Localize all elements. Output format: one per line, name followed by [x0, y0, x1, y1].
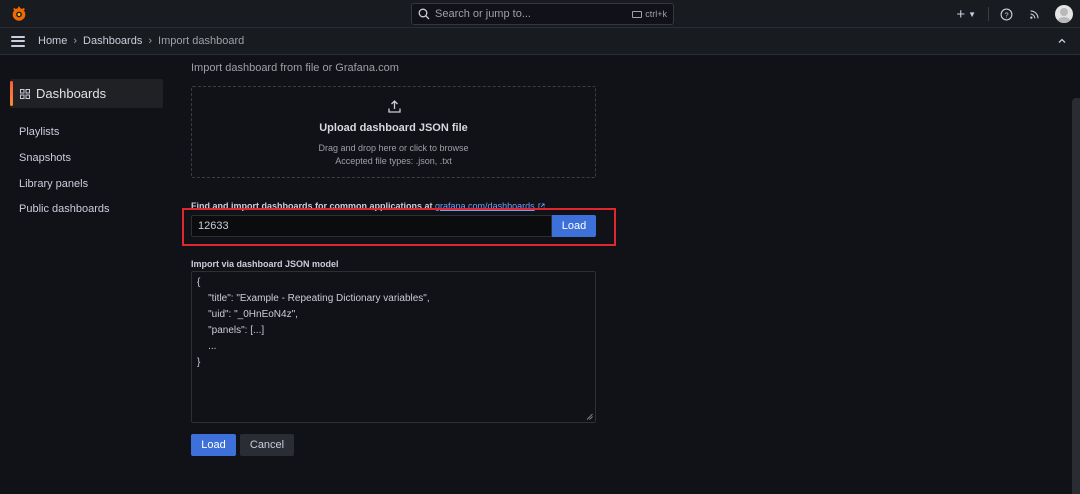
upload-dropzone[interactable]: Upload dashboard JSON file Drag and drop… [191, 86, 596, 178]
upload-icon [388, 100, 401, 113]
json-line: ... [197, 341, 217, 352]
upload-title: Upload dashboard JSON file [319, 122, 468, 134]
chevron-down-icon: ▼ [968, 9, 976, 19]
plus-icon: + [956, 5, 966, 23]
search-input[interactable]: Search or jump to... ctrl+k [411, 3, 674, 25]
resize-grip-icon[interactable] [586, 413, 593, 420]
sidebar-item-snapshots[interactable]: Snapshots [19, 152, 71, 164]
section-title: Import dashboard from file or Grafana.co… [191, 62, 399, 74]
rss-news-icon[interactable] [1027, 7, 1041, 21]
apps-grid-icon [20, 88, 30, 99]
search-placeholder: Search or jump to... [435, 8, 531, 20]
json-line: "panels": [...] [197, 325, 265, 336]
keyboard-icon [632, 10, 643, 18]
divider [988, 7, 989, 21]
cancel-button[interactable]: Cancel [240, 434, 294, 456]
breadcrumb-home[interactable]: Home [38, 35, 67, 47]
load-id-button[interactable]: Load [552, 215, 596, 237]
topbar-actions: + ▼ ? [956, 0, 1080, 28]
svg-text:?: ? [1004, 10, 1008, 19]
upload-hint: Drag and drop here or click to browse [318, 143, 469, 153]
breadcrumb-dashboards[interactable]: Dashboards [83, 35, 142, 47]
breadcrumb: Home › Dashboards › Import dashboard [0, 28, 1080, 55]
chevron-up-icon[interactable] [1057, 36, 1067, 46]
import-panel: Import dashboard from file or Grafana.co… [175, 55, 1070, 494]
top-bar: Search or jump to... ctrl+k + ▼ ? [0, 0, 1080, 28]
sidebar: Dashboards Playlists Snapshots Library p… [0, 55, 175, 494]
scrollbar[interactable] [1072, 98, 1080, 494]
active-indicator [10, 81, 13, 106]
keyboard-shortcut: ctrl+k [632, 9, 667, 19]
sidebar-item-dashboards[interactable]: Dashboards [10, 79, 163, 108]
json-line: "uid": "_0HnEoN4z", [197, 309, 298, 320]
user-avatar[interactable] [1055, 5, 1073, 23]
accepted-file-types: Accepted file types: .json, .txt [335, 156, 452, 166]
json-model-label: Import via dashboard JSON model [191, 259, 339, 269]
sidebar-item-playlists[interactable]: Playlists [19, 126, 59, 138]
json-model-textarea[interactable]: { "title": "Example - Repeating Dictiona… [191, 271, 596, 423]
breadcrumb-separator-icon: › [148, 35, 153, 47]
grafana-logo-icon[interactable] [10, 5, 28, 23]
add-new-button[interactable]: + ▼ [956, 6, 976, 23]
breadcrumb-separator-icon: › [73, 35, 78, 47]
breadcrumb-current: Import dashboard [158, 35, 245, 47]
menu-toggle-icon[interactable] [11, 35, 25, 47]
sidebar-item-public-dashboards[interactable]: Public dashboards [19, 203, 110, 215]
json-line: { [197, 277, 201, 288]
sidebar-active-label: Dashboards [36, 86, 107, 101]
shortcut-label: ctrl+k [645, 9, 667, 19]
dashboard-id-input[interactable]: 12633 [191, 215, 552, 237]
help-icon[interactable]: ? [999, 7, 1013, 21]
sidebar-item-library-panels[interactable]: Library panels [19, 178, 88, 190]
json-line: "title": "Example - Repeating Dictionary… [197, 293, 430, 304]
search-icon [418, 8, 430, 20]
load-button[interactable]: Load [191, 434, 236, 456]
json-line: } [197, 357, 201, 368]
